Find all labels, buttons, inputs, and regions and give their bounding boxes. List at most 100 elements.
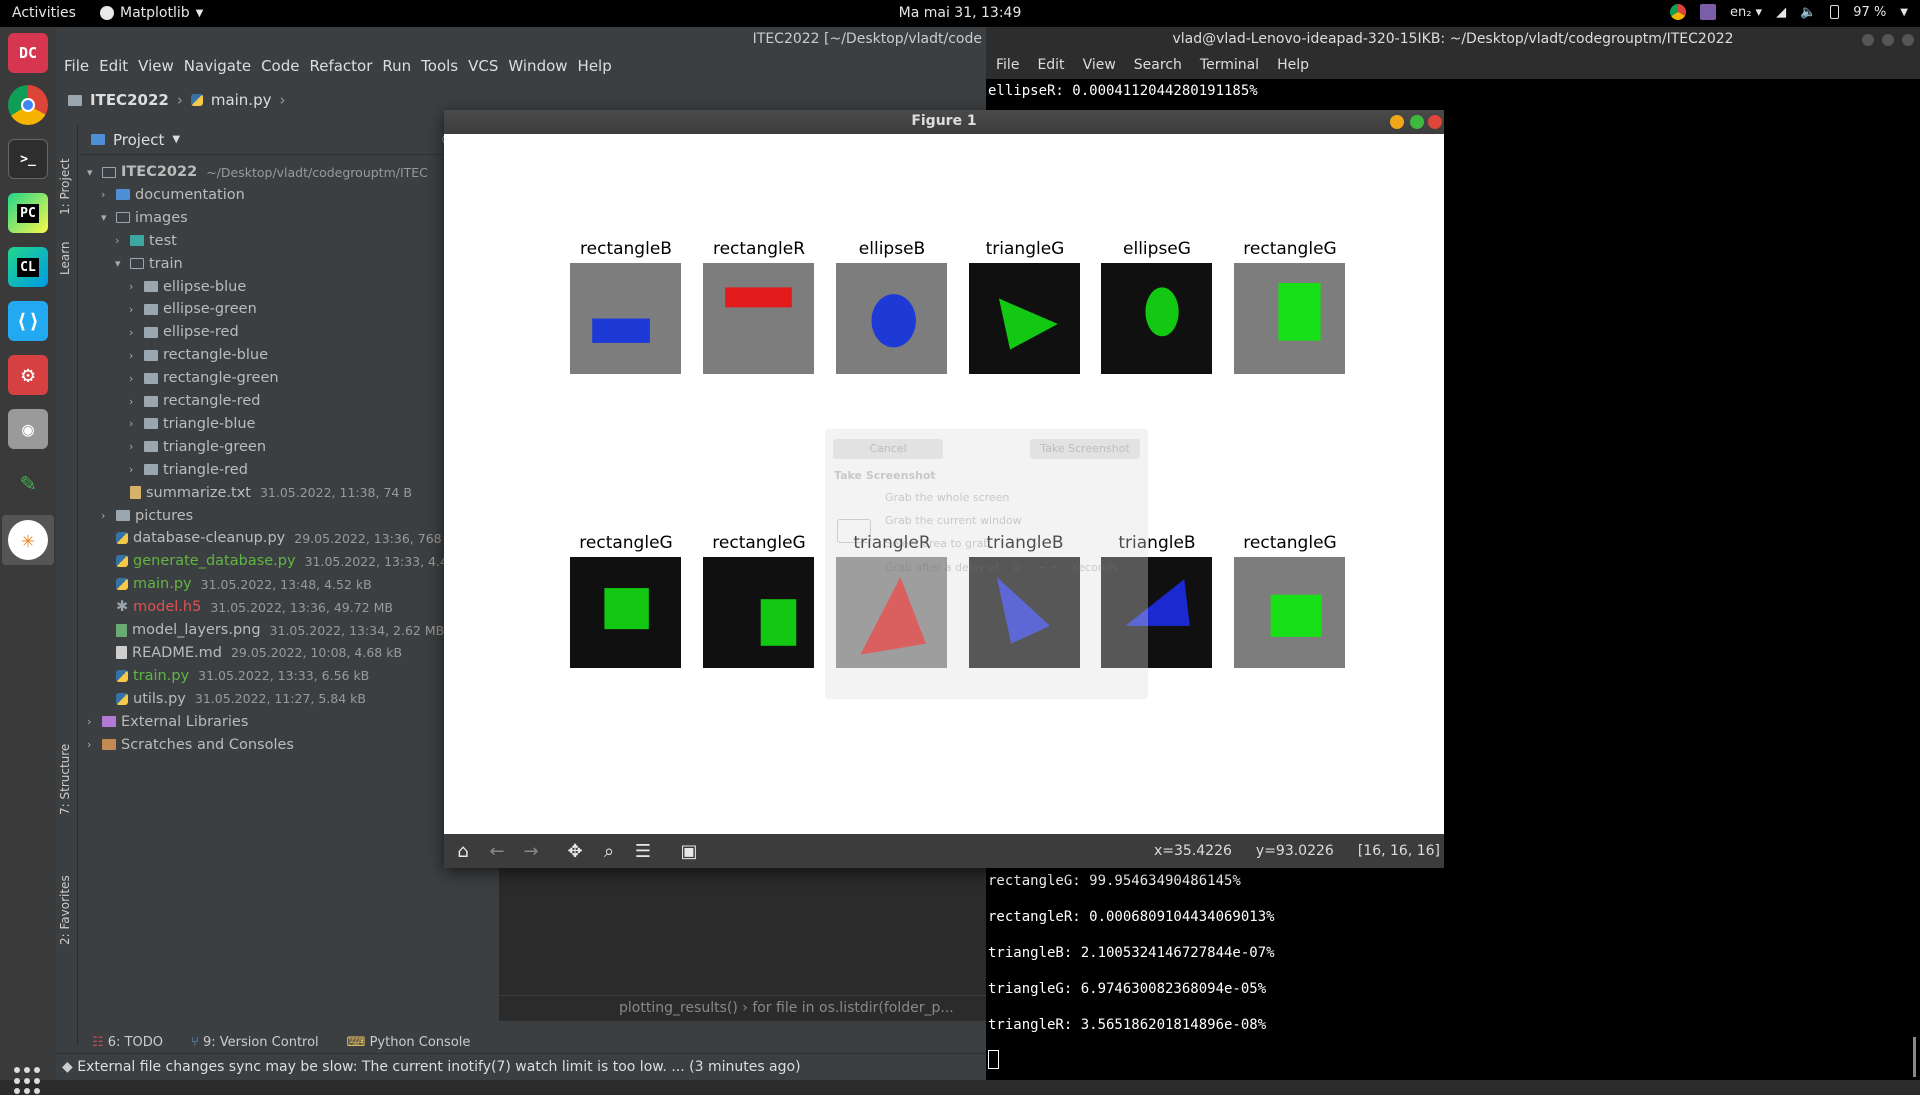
wifi-icon[interactable]: ◢: [1776, 5, 1786, 20]
minimize-button[interactable]: [1390, 115, 1404, 129]
tab-favorites[interactable]: 2: Favorites: [58, 875, 72, 945]
tree-item[interactable]: › documentation: [101, 184, 245, 206]
settings-tool-icon[interactable]: ⚙: [8, 355, 48, 395]
tree-item[interactable]: › rectangle-blue: [129, 344, 268, 366]
chrome-icon[interactable]: [8, 85, 48, 125]
chevron-right-icon[interactable]: ›: [129, 280, 139, 293]
tree-item[interactable]: ▾ train: [115, 253, 183, 275]
chevron-right-icon[interactable]: ›: [87, 738, 97, 751]
tree-item[interactable]: ✱ model.h5 31.05.2022, 13:36, 49.72 MB: [101, 596, 393, 618]
term-menu-file[interactable]: File: [996, 57, 1019, 79]
tree-item[interactable]: model_layers.png 31.05.2022, 13:34, 2.62 …: [101, 619, 444, 641]
tree-item[interactable]: › test: [115, 230, 177, 252]
tab-python-console[interactable]: ⌨ Python Console: [347, 1035, 471, 1050]
menu-run[interactable]: Run: [382, 57, 411, 75]
zoom-magnifier-icon[interactable]: ⌕: [598, 840, 620, 862]
home-icon[interactable]: ⌂: [452, 840, 474, 862]
tab-version-control[interactable]: ⑂ 9: Version Control: [191, 1035, 319, 1050]
figure-canvas[interactable]: rectangleB rectangleR ellipseB triangleG ell…: [444, 134, 1444, 834]
chevron-right-icon[interactable]: ›: [129, 372, 139, 385]
term-menu-terminal[interactable]: Terminal: [1200, 57, 1259, 79]
volume-icon[interactable]: 🔈: [1800, 5, 1816, 20]
tree-item[interactable]: summarize.txt 31.05.2022, 11:38, 74 B: [115, 482, 412, 504]
close-button[interactable]: [1902, 34, 1914, 46]
chrome-tray-icon[interactable]: [1669, 4, 1686, 20]
term-menu-view[interactable]: View: [1083, 57, 1116, 79]
network-indicator-icon[interactable]: [1699, 4, 1716, 20]
menu-view[interactable]: View: [138, 57, 174, 75]
menu-file[interactable]: File: [64, 57, 89, 75]
chevron-right-icon[interactable]: ›: [101, 188, 111, 201]
screenshot-camera-icon[interactable]: ◉: [8, 409, 48, 449]
terminal-icon[interactable]: >_: [8, 139, 48, 179]
chevron-right-icon[interactable]: ›: [87, 715, 97, 728]
tree-item[interactable]: main.py 31.05.2022, 13:48, 4.52 kB: [101, 573, 372, 595]
breadcrumb-function[interactable]: plotting_results(): [619, 1000, 738, 1016]
status-message[interactable]: External file changes sync may be slow: …: [77, 1059, 800, 1075]
tree-item[interactable]: › triangle-blue: [129, 413, 255, 435]
chevron-right-icon[interactable]: ›: [129, 326, 139, 339]
tab-structure[interactable]: 7: Structure: [58, 744, 72, 815]
menu-help[interactable]: Help: [578, 57, 612, 75]
chevron-right-icon[interactable]: ›: [129, 303, 139, 316]
keyboard-layout[interactable]: en₂ ▾: [1730, 5, 1762, 20]
forward-arrow-icon[interactable]: →: [520, 840, 542, 862]
chevron-down-icon[interactable]: ▾: [87, 166, 97, 179]
tab-learn[interactable]: Learn: [58, 241, 72, 275]
term-menu-search[interactable]: Search: [1134, 57, 1182, 79]
chevron-right-icon[interactable]: ›: [115, 234, 125, 247]
tree-item[interactable]: README.md 29.05.2022, 10:08, 4.68 kB: [101, 642, 402, 664]
datagrip-icon[interactable]: DC: [8, 33, 48, 73]
tree-item[interactable]: generate_database.py 31.05.2022, 13:33, 4…: [101, 550, 476, 572]
save-figure-icon[interactable]: ▣: [678, 840, 700, 862]
chevron-right-icon[interactable]: ›: [129, 395, 139, 408]
nav-project[interactable]: ITEC2022: [90, 91, 169, 109]
term-menu-edit[interactable]: Edit: [1037, 57, 1064, 79]
tree-item[interactable]: › triangle-green: [129, 436, 266, 458]
tree-item[interactable]: › External Libraries: [87, 711, 248, 733]
tree-item[interactable]: › ellipse-green: [129, 298, 257, 320]
tree-item[interactable]: › ellipse-red: [129, 321, 239, 343]
chevron-right-icon[interactable]: ›: [129, 463, 139, 476]
vscode-icon[interactable]: ⟨⟩: [8, 301, 48, 341]
menu-window[interactable]: Window: [508, 57, 567, 75]
menu-tools[interactable]: Tools: [421, 57, 458, 75]
minimize-button[interactable]: [1862, 34, 1874, 46]
pipette-app-icon[interactable]: ✎: [8, 463, 48, 503]
tree-item[interactable]: › rectangle-green: [129, 367, 279, 389]
menu-navigate[interactable]: Navigate: [184, 57, 251, 75]
tree-item[interactable]: database-cleanup.py 29.05.2022, 13:36, 76…: [101, 527, 454, 549]
back-arrow-icon[interactable]: ←: [486, 840, 508, 862]
menu-vcs[interactable]: VCS: [468, 57, 498, 75]
terminal-scrollbar[interactable]: [1913, 1037, 1916, 1077]
maximize-button[interactable]: [1882, 34, 1894, 46]
tab-todo[interactable]: ☷ 6: TODO: [92, 1035, 163, 1050]
chevron-right-icon[interactable]: ›: [129, 417, 139, 430]
tree-item[interactable]: › triangle-red: [129, 459, 248, 481]
project-view-selector[interactable]: Project: [113, 131, 164, 149]
system-menu-chevron-icon[interactable]: ▼: [1900, 7, 1908, 18]
menu-refactor[interactable]: Refactor: [309, 57, 372, 75]
battery-icon[interactable]: [1830, 5, 1840, 19]
menu-edit[interactable]: Edit: [99, 57, 128, 75]
chevron-right-icon[interactable]: ›: [129, 349, 139, 362]
term-menu-help[interactable]: Help: [1277, 57, 1309, 79]
pycharm-icon[interactable]: PC: [8, 193, 48, 233]
maximize-button[interactable]: [1410, 115, 1424, 129]
chevron-right-icon[interactable]: ›: [129, 440, 139, 453]
clock[interactable]: Ma mai 31, 13:49: [0, 5, 1920, 21]
status-bar[interactable]: ◆ External file changes sync may be slow…: [56, 1053, 986, 1080]
tree-item[interactable]: › pictures: [101, 505, 193, 527]
matplotlib-icon[interactable]: ✳: [8, 520, 48, 560]
pan-move-icon[interactable]: ✥: [564, 840, 586, 862]
tree-item[interactable]: ▾ images: [101, 207, 188, 229]
tree-item[interactable]: › rectangle-red: [129, 390, 260, 412]
chevron-down-icon[interactable]: ▼: [172, 134, 180, 145]
tree-item[interactable]: train.py 31.05.2022, 13:33, 6.56 kB: [101, 665, 369, 687]
tree-item[interactable]: › Scratches and Consoles: [87, 734, 294, 756]
clion-icon[interactable]: CL: [8, 247, 48, 287]
nav-file[interactable]: main.py: [211, 91, 272, 109]
chevron-down-icon[interactable]: ▾: [115, 257, 125, 270]
chevron-right-icon[interactable]: ›: [101, 509, 111, 522]
close-button[interactable]: [1428, 115, 1442, 129]
